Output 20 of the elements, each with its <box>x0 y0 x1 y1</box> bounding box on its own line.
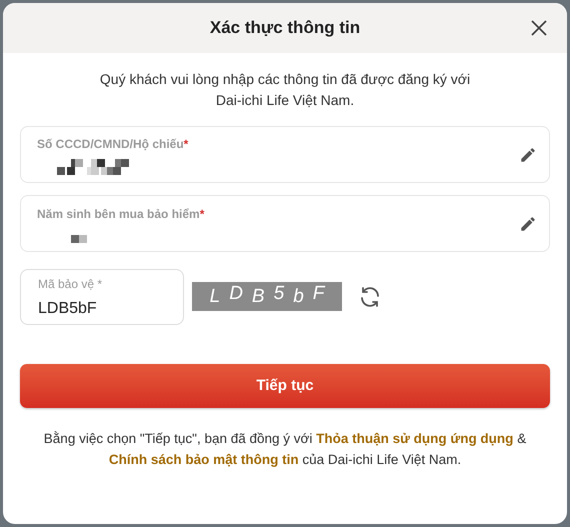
field-label: Mã bảo vệ * <box>38 277 104 291</box>
captcha-field[interactable]: Mã bảo vệ * LDB5bF <box>20 269 184 325</box>
refresh-icon[interactable] <box>358 285 382 309</box>
close-button[interactable] <box>529 18 549 38</box>
edit-icon[interactable] <box>519 146 537 164</box>
continue-button[interactable]: Tiếp tục <box>20 364 550 408</box>
edit-icon[interactable] <box>519 214 537 232</box>
field-label: Năm sinh bên mua bảo hiểm* <box>37 206 204 222</box>
terms-link[interactable]: Thỏa thuận sử dụng ứng dụng <box>316 431 514 446</box>
dialog-title: Xác thực thông tin <box>210 17 360 40</box>
intro-text: Quý khách vui lòng nhập các thông tin đã được đăng ký với Dai-ichi Life Việt Nam. <box>98 70 472 110</box>
captcha-image: L D B 5 b F <box>192 282 342 310</box>
field-label: Số CCCD/CMND/Hộ chiếu* <box>37 136 188 152</box>
terms-text: Bằng việc chọn "Tiếp tục", bạn đã đồng ý với Thỏa thuận sử dụng ứng dụng & Chính sách bảo mật thông tin của Dai-ichi Life Việt Nam. <box>42 430 528 469</box>
input-field[interactable]: Năm sinh bên mua bảo hiểm* <box>20 195 550 252</box>
field-value: LDB5bF <box>38 299 98 319</box>
redacted-value-drawing <box>57 158 129 174</box>
redacted-value-drawing <box>71 234 87 242</box>
input-field[interactable]: Số CCCD/CMND/Hộ chiếu* <box>20 126 550 183</box>
privacy-link[interactable]: Chính sách bảo mật thông tin <box>108 452 299 467</box>
